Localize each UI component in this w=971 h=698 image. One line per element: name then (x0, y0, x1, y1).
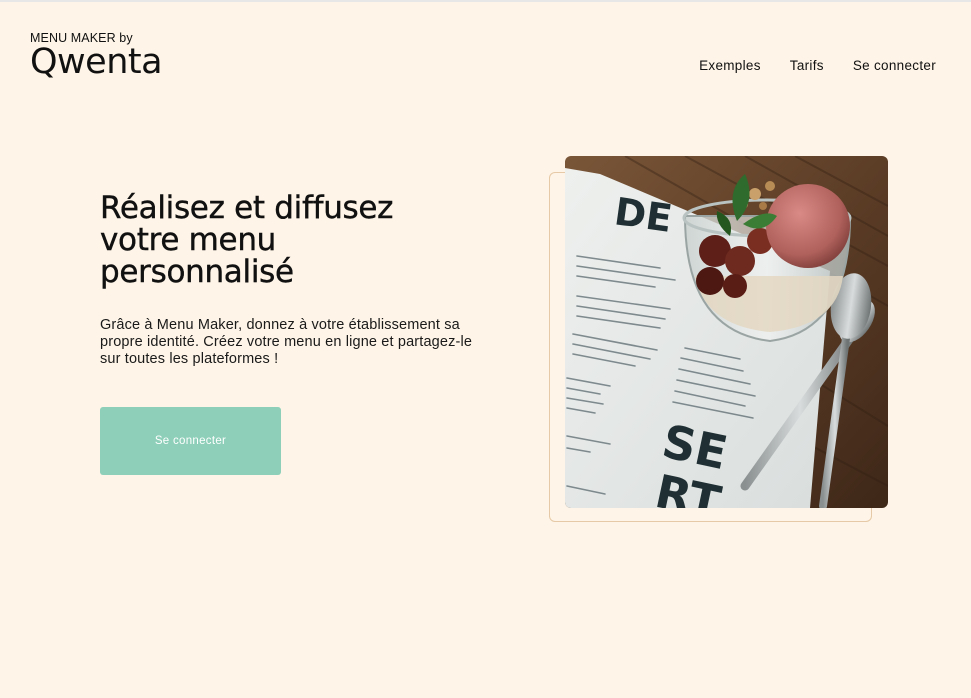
brand-name: Qwenta (30, 42, 163, 82)
nav-link-tarifs[interactable]: Tarifs (790, 58, 824, 73)
nav-link-login[interactable]: Se connecter (853, 58, 936, 73)
login-button[interactable]: Se connecter (100, 407, 281, 475)
dessert-photo: DE SE RT (565, 156, 888, 508)
hero-title: Réalisez et diffusez votre menu personna… (100, 190, 394, 290)
top-nav: Exemples Tarifs Se connecter (699, 58, 936, 73)
menu-heading-top: DE (612, 189, 675, 241)
nav-link-exemples[interactable]: Exemples (699, 58, 761, 73)
hero-description: Grâce à Menu Maker, donnez à votre établ… (100, 317, 473, 367)
brand-logo[interactable]: MENU MAKER by Qwenta (30, 30, 163, 82)
ice-cream-scoop (766, 184, 850, 268)
